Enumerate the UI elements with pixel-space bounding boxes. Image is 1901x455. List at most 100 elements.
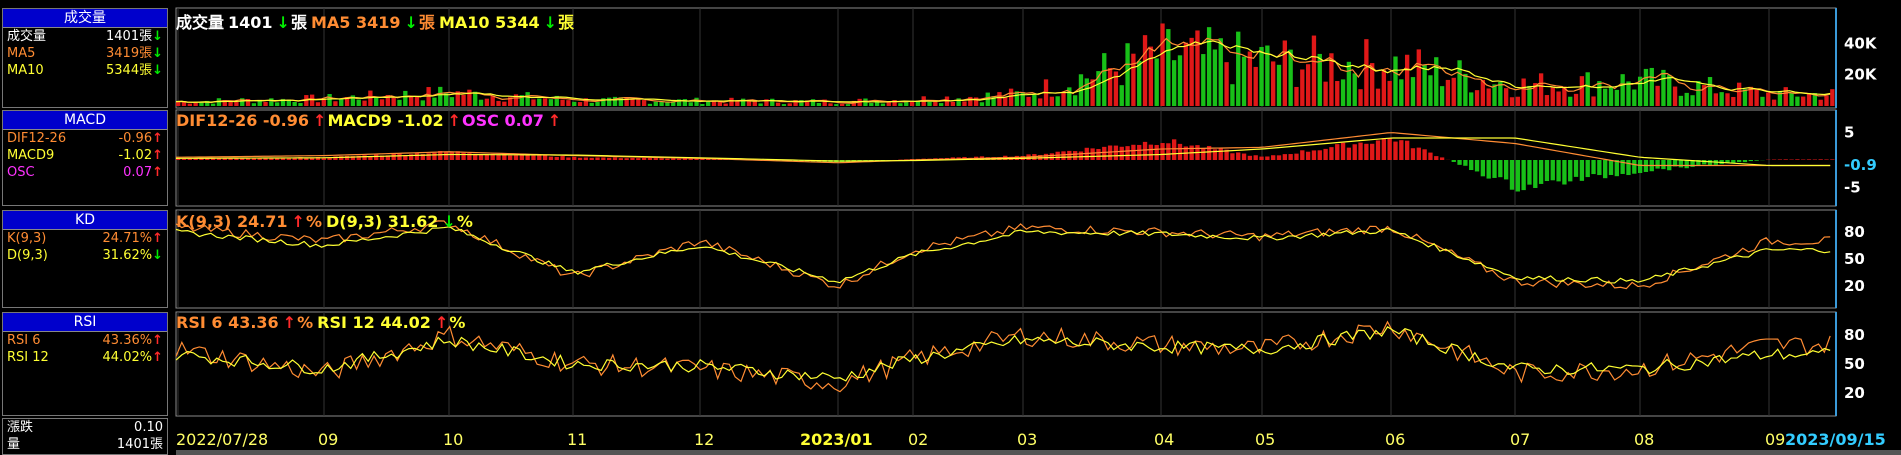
volume-bar bbox=[577, 102, 583, 106]
volume-bar bbox=[1201, 54, 1206, 106]
volume-bar bbox=[1568, 96, 1573, 106]
macd-legend-item: DIF12-26 -0.96 bbox=[176, 111, 310, 130]
volume-bar bbox=[1271, 61, 1276, 106]
x-tick-label: 03 bbox=[1017, 430, 1037, 449]
volume-bar bbox=[1439, 86, 1445, 106]
volume-bar bbox=[1707, 77, 1713, 106]
volume-bar bbox=[269, 98, 274, 106]
osc-bar bbox=[1527, 160, 1532, 185]
volume-bar bbox=[775, 102, 781, 106]
osc-bar bbox=[560, 156, 565, 160]
volume-bar bbox=[263, 101, 268, 106]
osc-bar bbox=[1678, 160, 1684, 168]
osc-bar bbox=[1160, 143, 1165, 160]
osc-bar bbox=[1655, 160, 1660, 169]
x-tick-label: 12 bbox=[694, 430, 714, 449]
volume-bar bbox=[1556, 91, 1561, 106]
osc-bar bbox=[676, 158, 682, 160]
volume-bar bbox=[467, 89, 472, 106]
macd-legend-item: MACD9 -1.02 bbox=[327, 111, 444, 130]
osc-bar bbox=[1236, 152, 1241, 160]
macd-legend-item: ↑ bbox=[313, 111, 327, 130]
osc-bar bbox=[1370, 143, 1375, 160]
volume-bar bbox=[834, 104, 839, 106]
osc-bar bbox=[1521, 160, 1526, 191]
osc-bar bbox=[344, 155, 350, 160]
volume-bar bbox=[647, 103, 653, 106]
volume-bar bbox=[1451, 77, 1456, 106]
volume-bar bbox=[1824, 95, 1829, 106]
volume-bar bbox=[1725, 93, 1730, 106]
volume-bar bbox=[1504, 88, 1509, 106]
volume-bar bbox=[1754, 89, 1759, 106]
volume-bar bbox=[1742, 89, 1748, 106]
osc-bar bbox=[1614, 160, 1619, 177]
volume-bar bbox=[397, 99, 402, 106]
osc-bar bbox=[1707, 160, 1713, 166]
osc-bar bbox=[1271, 155, 1276, 160]
osc-bar bbox=[566, 157, 571, 160]
volume-bar bbox=[1579, 76, 1585, 106]
volume-bar bbox=[1544, 95, 1550, 106]
volume-bar bbox=[251, 103, 257, 106]
osc-bar bbox=[1783, 159, 1788, 160]
volume-bar bbox=[1597, 81, 1602, 106]
osc-bar bbox=[612, 157, 618, 160]
volume-bar bbox=[1375, 88, 1381, 106]
osc-bar bbox=[1381, 138, 1387, 160]
volume-bar bbox=[432, 97, 437, 106]
volume-bar bbox=[1632, 89, 1637, 106]
osc-bar bbox=[1661, 160, 1666, 170]
volume-bar bbox=[1189, 37, 1194, 106]
volume-bar bbox=[1381, 69, 1387, 106]
volume-bar bbox=[1038, 98, 1043, 106]
osc-bar bbox=[1806, 159, 1812, 160]
osc-bar bbox=[1218, 148, 1223, 160]
volume-bar bbox=[781, 104, 787, 106]
y-tick-label: 80 bbox=[1844, 223, 1865, 241]
volume-bar bbox=[210, 103, 216, 106]
volume-bar bbox=[1509, 97, 1515, 106]
volume-bar bbox=[1422, 65, 1427, 106]
osc-bar bbox=[432, 152, 437, 160]
volume-bar bbox=[1224, 62, 1229, 106]
volume-bar bbox=[688, 102, 693, 106]
volume-bar bbox=[1294, 86, 1299, 106]
osc-bar bbox=[1072, 151, 1078, 160]
volume-bar bbox=[391, 97, 396, 106]
volume-bar bbox=[933, 101, 938, 106]
osc-bar bbox=[1579, 160, 1585, 181]
osc-bar bbox=[1795, 159, 1800, 160]
osc-bar bbox=[1480, 160, 1486, 177]
y-tick-label: 20 bbox=[1844, 277, 1865, 295]
osc-bar bbox=[1247, 155, 1253, 160]
volume-bar bbox=[1480, 79, 1486, 106]
osc-bar bbox=[1253, 155, 1258, 160]
osc-bar bbox=[1777, 159, 1783, 160]
osc-bar bbox=[1550, 160, 1555, 181]
volume-bar bbox=[630, 98, 635, 106]
x-tick-label: 11 bbox=[567, 430, 587, 449]
volume-bar bbox=[531, 99, 536, 106]
volume-bar bbox=[1160, 23, 1165, 106]
volume-bar bbox=[1428, 75, 1433, 106]
osc-bar bbox=[1166, 143, 1171, 160]
osc-bar bbox=[572, 156, 577, 160]
volume-legend: 成交量 1401 ↓張 MA5 3419 ↓張 MA10 5344 ↓張 bbox=[176, 9, 578, 33]
osc-bar bbox=[461, 152, 466, 160]
volume-legend-item: 張 bbox=[290, 13, 307, 32]
osc-bar bbox=[240, 158, 245, 160]
osc-bar bbox=[1294, 153, 1299, 160]
osc-bar bbox=[1556, 160, 1561, 182]
volume-bar bbox=[1276, 64, 1282, 106]
osc-bar bbox=[1317, 150, 1322, 160]
volume-bar bbox=[1364, 39, 1369, 106]
osc-bar bbox=[1742, 160, 1748, 163]
osc-bar bbox=[508, 155, 513, 160]
y-tick-label: -5 bbox=[1844, 179, 1861, 197]
volume-bar bbox=[408, 96, 414, 106]
osc-bar bbox=[1416, 147, 1421, 160]
osc-bar bbox=[1340, 142, 1346, 160]
volume-legend-item: ↓ bbox=[276, 13, 290, 32]
volume-bar bbox=[1655, 85, 1660, 106]
